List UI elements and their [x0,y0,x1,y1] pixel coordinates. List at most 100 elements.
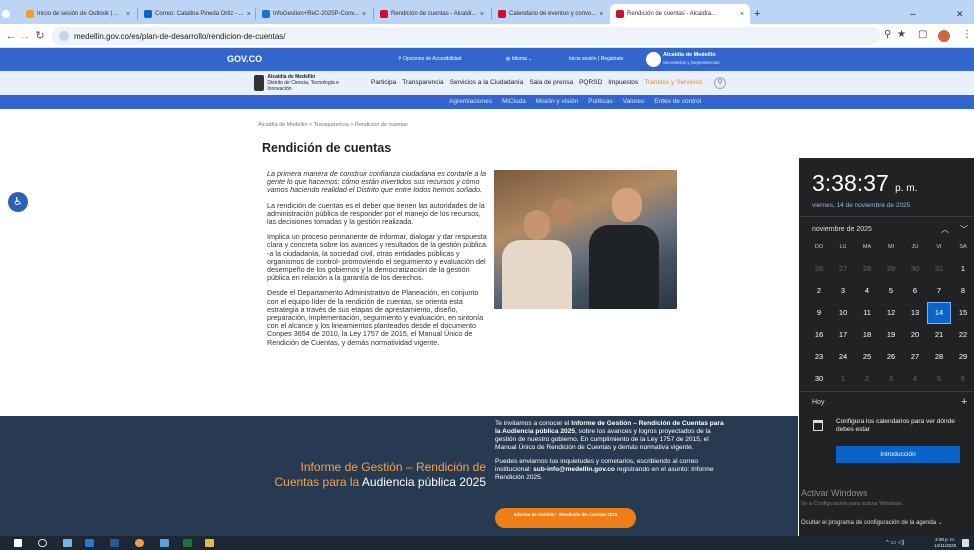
notifications-icon[interactable] [962,539,969,547]
day-cell[interactable]: 7 [927,280,951,302]
word-icon[interactable] [110,539,119,547]
url-bar[interactable]: medellin.gov.co/es/plan-de-desarrollo/re… [52,27,880,45]
forward-arrow-icon[interactable]: → [18,29,32,43]
windows-start-icon[interactable] [14,539,22,547]
new-tab-button[interactable]: + [754,4,770,24]
day-cell[interactable]: 6 [903,280,927,302]
day-cell[interactable]: 28 [927,346,951,368]
day-cell[interactable]: 6 [951,368,974,390]
profile-avatar[interactable] [938,30,950,42]
subnav-politicas[interactable]: Políticas [588,98,613,105]
day-cell[interactable]: 9 [807,302,831,324]
date-link[interactable]: viernes, 14 de noviembre de 2025 [812,202,910,209]
reload-icon[interactable]: ↻ [33,29,47,43]
chrome-icon[interactable] [135,539,144,547]
nav-transparencia[interactable]: Transparencia [402,79,443,86]
accessibility-options-link[interactable]: ⚲ Opciones de Accesibilidad [398,56,461,62]
site-info-icon[interactable] [59,31,69,41]
close-icon[interactable]: × [599,11,603,18]
day-cell[interactable]: 16 [807,324,831,346]
day-cell[interactable]: 13 [903,302,927,324]
task-view-icon[interactable] [63,539,72,547]
language-select[interactable]: ◍ Idioma ⌄ [506,56,532,62]
day-cell[interactable]: 28 [855,258,879,280]
day-cell[interactable]: 30 [807,368,831,390]
alcaldia-link[interactable]: Alcaldía de Medellín Secretarías y Depend… [663,52,720,67]
day-cell[interactable]: 25 [855,346,879,368]
day-cell[interactable]: 23 [807,346,831,368]
introduction-button[interactable]: Introducción [836,446,960,463]
subnav-agremiaciones[interactable]: Agremiaciones [449,98,492,105]
close-icon[interactable]: × [126,11,130,18]
day-cell[interactable]: 2 [855,368,879,390]
close-icon[interactable]: × [247,11,251,18]
tab-rendicion-1[interactable]: Rendición de cuentas - Alcaldí... × [374,4,490,24]
day-cell[interactable]: 4 [855,280,879,302]
day-cell-today[interactable]: 14 [927,302,951,324]
search-icon[interactable] [38,539,47,547]
search-icon[interactable]: ⚲ [714,77,726,89]
chevron-up-icon[interactable]: ︿ [941,225,960,234]
day-cell[interactable]: 31 [927,258,951,280]
email-link[interactable]: sub-info@medellin.gov.co [533,466,615,473]
system-tray[interactable]: ^ ▭ ◁) [886,539,904,546]
day-cell[interactable]: 8 [951,280,974,302]
day-cell[interactable]: 4 [903,368,927,390]
breadcrumb[interactable]: Alcaldía de Medellín > Transparencia > R… [258,122,408,128]
back-arrow-icon[interactable]: ← [4,29,18,43]
day-cell[interactable]: 15 [951,302,974,324]
day-cell[interactable]: 12 [879,302,903,324]
day-cell[interactable]: 27 [903,346,927,368]
report-button[interactable]: Informe de Gestión - Rendición de Cuenta… [495,508,636,528]
bookmark-star-icon[interactable]: ★ [897,29,906,40]
tab-infogestion[interactable]: InfoGestion+ReC-2025P-Conv... × [256,4,372,24]
day-cell[interactable]: 29 [951,346,974,368]
day-cell[interactable]: 30 [903,258,927,280]
day-cell[interactable]: 5 [879,280,903,302]
nav-tramites-servicios[interactable]: Trámites y Servicios [644,79,702,86]
subnav-valores[interactable]: Valores [623,98,645,105]
day-cell[interactable]: 1 [831,368,855,390]
tab-correo[interactable]: Correo: Catalina Pineda Ortiz - ... × [138,4,254,24]
day-cell[interactable]: 10 [831,302,855,324]
day-cell[interactable]: 3 [831,280,855,302]
login-link[interactable]: Inicia sesión | Registrate [569,56,623,62]
close-icon[interactable]: × [362,11,366,18]
taskbar-clock[interactable]: 3:38 p. m. 14/11/2025 [934,537,956,549]
day-cell[interactable]: 26 [807,258,831,280]
outlook-icon[interactable] [85,539,94,547]
day-cell[interactable]: 22 [951,324,974,346]
day-cell[interactable]: 2 [807,280,831,302]
menu-dots-icon[interactable]: ⋮ [962,29,972,40]
nav-pqrsd[interactable]: PQRSD [579,79,602,86]
subnav-entes-control[interactable]: Entes de control [654,98,701,105]
close-icon[interactable]: × [480,11,484,18]
tab-rendicion-active[interactable]: Rendición de cuentas - Alcaldía... × [610,4,750,24]
tab-outlook[interactable]: Inicio de sesión de Outlook | ... × [20,4,136,24]
nav-sala-prensa[interactable]: Sala de prensa [529,79,573,86]
nav-participa[interactable]: Participa [371,79,396,86]
day-cell[interactable]: 11 [855,302,879,324]
day-cell[interactable]: 21 [927,324,951,346]
nav-servicios-ciudadania[interactable]: Servicios a la Ciudadanía [450,79,524,86]
day-cell[interactable]: 29 [879,258,903,280]
day-cell[interactable]: 20 [903,324,927,346]
edge-icon[interactable] [160,539,169,547]
day-cell[interactable]: 19 [879,324,903,346]
close-icon[interactable]: × [740,11,744,18]
hide-agenda-link[interactable]: Ocultar el programa de configuración de … [801,519,943,526]
day-cell[interactable]: 18 [855,324,879,346]
tab-list-button[interactable] [2,4,16,24]
day-cell[interactable]: 17 [831,324,855,346]
day-cell[interactable]: 26 [879,346,903,368]
file-explorer-icon[interactable] [205,539,214,547]
accessibility-float-button[interactable]: ♿ [8,192,28,212]
nav-impuestos[interactable]: Impuestos [608,79,638,86]
extensions-icon[interactable]: ▢ [918,29,927,40]
excel-icon[interactable] [183,539,192,547]
site-logo[interactable]: Alcaldía de Medellín Distrito de Ciencia,… [254,74,339,92]
zoom-icon[interactable]: ⚲ [884,29,891,40]
tab-calendario[interactable]: Calendario de eventos y convo... × [492,4,608,24]
close-window-button[interactable]: ✕ [956,4,970,24]
subnav-mision-vision[interactable]: Misión y visión [536,98,578,105]
